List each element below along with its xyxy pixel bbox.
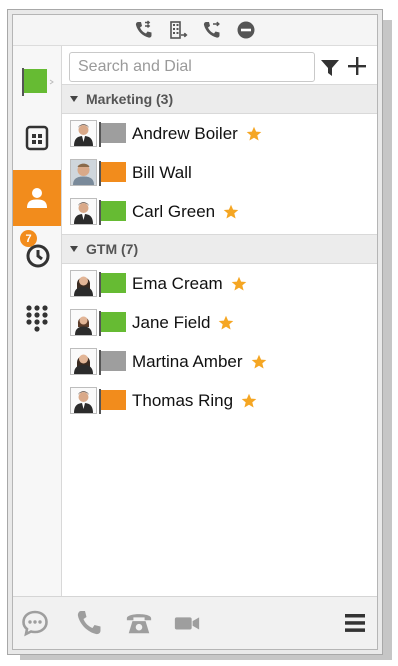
sidebar-item-history[interactable]: 7 (13, 226, 61, 282)
collapse-triangle-icon (70, 246, 78, 252)
filter-icon (321, 60, 339, 76)
favorite-star-icon[interactable] (251, 354, 267, 370)
sidebar-item-dialpad[interactable] (13, 290, 61, 346)
contact-name: Thomas Ring (132, 390, 234, 410)
avatar (70, 270, 97, 297)
favorite-star-icon[interactable] (223, 204, 239, 220)
presence-available-flag-icon (99, 199, 126, 225)
phone-icon (77, 611, 101, 635)
building-transfer-icon[interactable] (167, 19, 189, 41)
call-button[interactable] (75, 609, 103, 637)
contact-row[interactable]: Thomas Ring (62, 381, 377, 420)
contact-row[interactable]: Ema Cream (62, 264, 377, 303)
sidebar-item-directory[interactable] (13, 110, 61, 166)
avatar (70, 348, 97, 375)
desk-phone-icon (126, 614, 152, 634)
desk-phone-button[interactable] (125, 609, 153, 637)
do-not-disturb-icon[interactable] (235, 19, 257, 41)
sidebar: 7 (13, 46, 62, 597)
app-frame: 7 Search and Dial Marketing (3) Andrew B… (7, 9, 383, 655)
chat-button[interactable] (21, 609, 49, 637)
contact-name: Carl Green (132, 201, 216, 221)
search-row (62, 46, 377, 84)
video-call-button[interactable] (173, 609, 201, 637)
contact-name: Andrew Boiler (132, 123, 238, 143)
presence-offline-flag-icon (99, 349, 126, 375)
group-name: GTM (7) (86, 241, 139, 257)
top-toolbar (13, 15, 377, 46)
contact-name: Jane Field (132, 312, 211, 332)
contact-name: Bill Wall (132, 162, 192, 182)
contact-name: Ema Cream (132, 273, 223, 293)
group-header-gtm[interactable]: GTM (7) (62, 234, 377, 264)
dialpad-icon (26, 305, 48, 332)
favorite-star-icon[interactable] (218, 315, 234, 331)
app-window: 7 Search and Dial Marketing (3) Andrew B… (12, 14, 378, 650)
presence-flag-icon (22, 68, 54, 96)
contact-row[interactable]: Jane Field (62, 303, 377, 342)
avatar (70, 387, 97, 414)
contact-name: Martina Amber (132, 351, 243, 371)
favorite-star-icon[interactable] (246, 126, 262, 142)
presence-status-button[interactable] (13, 54, 61, 110)
contact-row[interactable]: Carl Green (62, 192, 377, 231)
group-header-marketing[interactable]: Marketing (3) (62, 84, 377, 114)
contacts-panel: Marketing (3) Andrew Boiler Bill Wall (62, 46, 377, 597)
contacts-icon (27, 188, 47, 208)
contact-row[interactable]: Bill Wall (62, 153, 377, 192)
call-transfer-icon[interactable] (201, 19, 223, 41)
call-forward-icon[interactable] (133, 19, 155, 41)
avatar (70, 159, 97, 186)
history-badge: 7 (20, 230, 37, 247)
chat-icon (22, 610, 48, 637)
video-icon (174, 617, 200, 630)
favorite-star-icon[interactable] (231, 276, 247, 292)
avatar (70, 120, 97, 147)
search-input[interactable] (69, 52, 315, 82)
sidebar-item-contacts[interactable] (13, 170, 61, 226)
presence-available-flag-icon (99, 271, 126, 297)
contact-row[interactable]: Andrew Boiler (62, 114, 377, 153)
avatar (70, 309, 97, 336)
contact-row[interactable]: Martina Amber (62, 342, 377, 381)
main-menu-button[interactable] (341, 609, 369, 637)
favorite-star-icon[interactable] (241, 393, 257, 409)
plus-icon (348, 57, 366, 75)
bottom-toolbar (13, 596, 377, 649)
presence-busy-flag-icon (99, 160, 126, 186)
menu-icon (345, 614, 365, 632)
avatar (70, 198, 97, 225)
add-contact-button[interactable] (346, 55, 368, 77)
presence-offline-flag-icon (99, 121, 126, 147)
collapse-triangle-icon (70, 96, 78, 102)
presence-busy-flag-icon (99, 388, 126, 414)
company-directory-icon (25, 125, 49, 151)
filter-button[interactable] (320, 58, 340, 78)
presence-available-flag-icon (99, 310, 126, 336)
group-name: Marketing (3) (86, 91, 174, 107)
